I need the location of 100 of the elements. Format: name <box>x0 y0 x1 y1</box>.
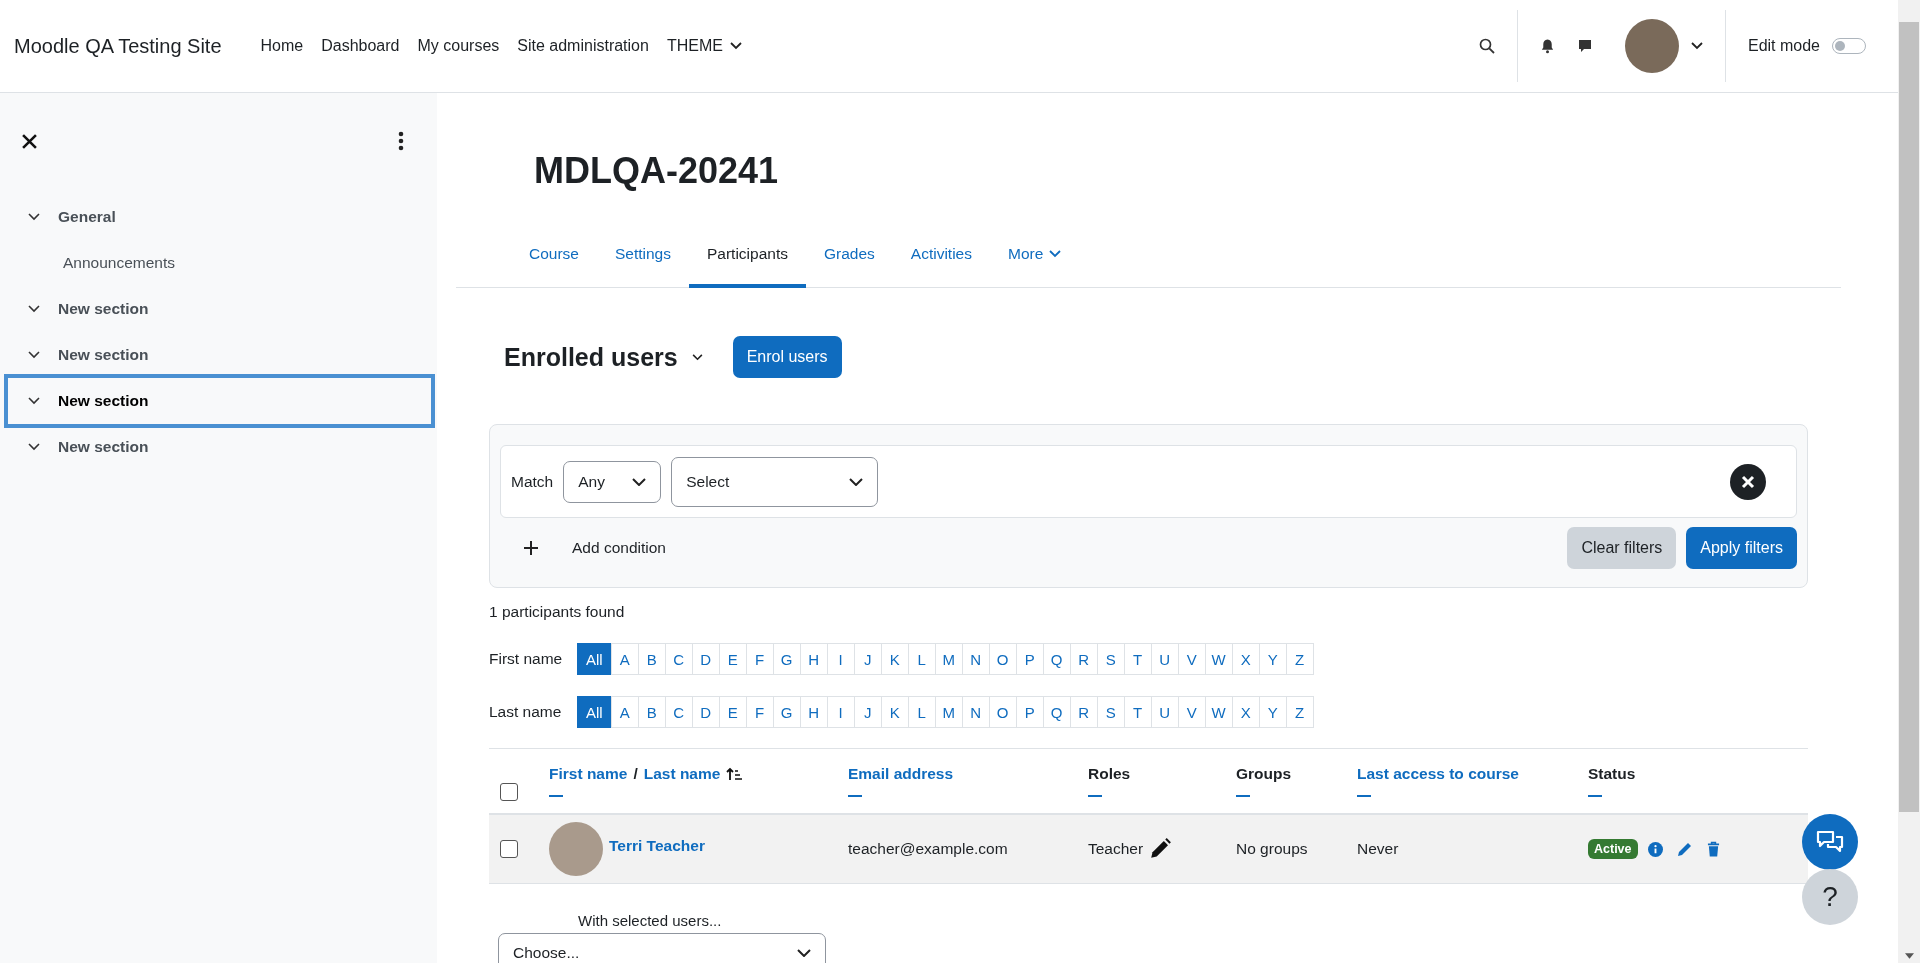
initial-filter-link[interactable]: D <box>691 696 720 728</box>
initial-filter-link[interactable]: K <box>880 696 909 728</box>
column-sort-link[interactable]: First name <box>549 765 628 783</box>
initial-filter-link[interactable]: G <box>772 696 801 728</box>
enrol-users-button[interactable]: Enrol users <box>732 336 842 378</box>
course-section-item[interactable]: New section <box>4 286 435 332</box>
chevron-icon[interactable] <box>28 351 40 359</box>
initial-filter-link[interactable]: T <box>1123 696 1152 728</box>
course-section-item[interactable]: New section <box>4 374 435 428</box>
row-checkbox[interactable] <box>500 840 518 858</box>
initial-filter-link[interactable]: I <box>826 643 855 675</box>
initial-filter-link[interactable]: K <box>880 643 909 675</box>
initial-filter-link[interactable]: W <box>1204 696 1233 728</box>
pencil-icon[interactable] <box>1149 838 1172 860</box>
initial-filter-link[interactable]: X <box>1231 696 1260 728</box>
initial-filter-link[interactable]: V <box>1177 643 1206 675</box>
help-button[interactable]: ? <box>1802 869 1858 925</box>
chevron-icon[interactable] <box>28 213 40 221</box>
course-tab[interactable]: Course <box>511 223 597 288</box>
chevron-down-icon[interactable] <box>691 353 703 361</box>
user-avatar[interactable] <box>1624 19 1679 73</box>
chat-button[interactable] <box>1802 814 1858 870</box>
nav-link[interactable]: THEME <box>657 37 751 55</box>
chevron-icon[interactable] <box>28 397 40 405</box>
bell-icon[interactable] <box>1539 38 1555 54</box>
kebab-menu-icon[interactable] <box>398 131 404 151</box>
initial-filter-link[interactable]: L <box>907 643 936 675</box>
initial-filter-link[interactable]: L <box>907 696 936 728</box>
initial-filter-link[interactable]: C <box>664 643 693 675</box>
nav-link[interactable]: My courses <box>408 37 509 55</box>
initial-filter-link[interactable]: O <box>988 696 1017 728</box>
initial-filter-link[interactable]: R <box>1069 696 1098 728</box>
clear-filters-button[interactable]: Clear filters <box>1567 527 1677 569</box>
chevron-icon[interactable] <box>28 305 40 313</box>
initial-filter-link[interactable]: V <box>1177 696 1206 728</box>
initial-filter-link[interactable]: All <box>577 696 612 728</box>
initial-filter-link[interactable]: M <box>934 643 963 675</box>
initial-filter-link[interactable]: Q <box>1042 696 1071 728</box>
apply-filters-button[interactable]: Apply filters <box>1686 527 1797 569</box>
course-tab[interactable]: More <box>989 223 1080 288</box>
initial-filter-link[interactable]: H <box>799 696 828 728</box>
sort-ascending-icon[interactable] <box>726 767 743 781</box>
chevron-down-icon[interactable] <box>1690 42 1703 50</box>
initial-filter-link[interactable]: U <box>1150 643 1179 675</box>
initial-filter-link[interactable]: B <box>637 643 666 675</box>
initial-filter-link[interactable]: F <box>745 643 774 675</box>
course-section-item[interactable]: General <box>4 194 435 240</box>
bulk-action-select[interactable]: Choose... <box>498 933 826 963</box>
filter-type-select[interactable]: Select <box>671 456 879 507</box>
initial-filter-link[interactable]: I <box>826 696 855 728</box>
info-icon[interactable] <box>1647 841 1663 857</box>
close-icon[interactable] <box>22 133 37 149</box>
initial-filter-link[interactable]: M <box>934 696 963 728</box>
add-condition-link[interactable]: Add condition <box>572 539 666 557</box>
initial-filter-link[interactable]: H <box>799 643 828 675</box>
search-icon[interactable] <box>1478 38 1495 54</box>
initial-filter-link[interactable]: O <box>988 643 1017 675</box>
course-tab[interactable]: Activities <box>892 223 990 288</box>
initial-filter-link[interactable]: R <box>1069 643 1098 675</box>
initial-filter-link[interactable]: Y <box>1258 643 1287 675</box>
initial-filter-link[interactable]: D <box>691 643 720 675</box>
initial-filter-link[interactable]: U <box>1150 696 1179 728</box>
match-select[interactable]: Any <box>563 460 662 503</box>
initial-filter-link[interactable]: N <box>961 643 990 675</box>
initial-filter-link[interactable]: C <box>664 696 693 728</box>
initial-filter-link[interactable]: A <box>610 643 639 675</box>
scrollbar[interactable] <box>1898 0 1920 963</box>
site-name[interactable]: Moodle QA Testing Site <box>14 34 222 58</box>
initial-filter-link[interactable]: Z <box>1285 643 1314 675</box>
nav-link[interactable]: Dashboard <box>312 37 409 55</box>
initial-filter-link[interactable]: N <box>961 696 990 728</box>
chat-icon[interactable] <box>1576 38 1593 54</box>
column-sort-link[interactable]: Email address <box>848 765 954 783</box>
scroll-down-arrow-icon[interactable] <box>1904 953 1914 959</box>
course-tab[interactable]: Settings <box>596 223 689 288</box>
initial-filter-link[interactable]: A <box>610 696 639 728</box>
plus-icon[interactable] <box>524 541 538 555</box>
course-tab[interactable]: Grades <box>805 223 893 288</box>
initial-filter-link[interactable]: X <box>1231 643 1260 675</box>
initial-filter-link[interactable]: G <box>772 643 801 675</box>
initial-filter-link[interactable]: J <box>853 643 882 675</box>
page-heading[interactable]: Enrolled users <box>504 342 678 372</box>
initial-filter-link[interactable]: P <box>1015 643 1044 675</box>
initial-filter-link[interactable]: W <box>1204 643 1233 675</box>
nav-link[interactable]: Home <box>251 37 313 55</box>
course-tab[interactable]: Participants <box>689 223 806 288</box>
initial-filter-link[interactable]: S <box>1096 696 1125 728</box>
column-sort-link[interactable]: Last name <box>643 765 721 783</box>
initial-filter-link[interactable]: E <box>718 643 747 675</box>
initial-filter-link[interactable]: F <box>745 696 774 728</box>
initial-filter-link[interactable]: S <box>1096 643 1125 675</box>
initial-filter-link[interactable]: E <box>718 696 747 728</box>
column-sort-link[interactable]: Last access to course <box>1357 765 1519 783</box>
trash-icon[interactable] <box>1706 841 1720 857</box>
initial-filter-link[interactable]: Y <box>1258 696 1287 728</box>
initial-filter-link[interactable]: Q <box>1042 643 1071 675</box>
initial-filter-link[interactable]: T <box>1123 643 1152 675</box>
initial-filter-link[interactable]: Z <box>1285 696 1314 728</box>
initial-filter-link[interactable]: All <box>577 643 612 675</box>
user-name-link[interactable]: Terri Teacher <box>609 837 705 855</box>
